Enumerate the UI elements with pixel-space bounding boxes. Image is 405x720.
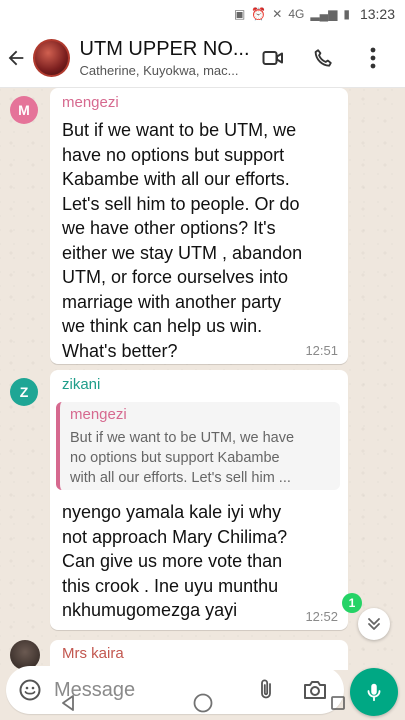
group-title: UTM UPPER NO...	[79, 37, 250, 60]
nav-home-icon[interactable]	[183, 688, 223, 718]
chat-area[interactable]: M mengezi But if we want to be UTM, we h…	[0, 88, 405, 670]
microphone-icon	[367, 683, 381, 702]
quoted-sender: mengezi	[70, 406, 127, 423]
message-sender: mengezi	[62, 94, 119, 111]
clock: 13:23	[359, 6, 395, 22]
phone-icon[interactable]	[303, 38, 343, 78]
group-avatar[interactable]	[32, 38, 70, 77]
unread-count-badge: 1	[342, 593, 362, 613]
message-time: 12:51	[305, 343, 338, 358]
message-text: nyengo yamala kale iyi why not approach …	[62, 502, 288, 620]
quoted-message[interactable]: mengezi But if we want to be UTM, we hav…	[56, 402, 340, 490]
battery-icon: ▮	[343, 7, 350, 21]
alarm-icon: ⏰	[251, 7, 267, 21]
attach-icon[interactable]	[254, 678, 278, 702]
group-members: Catherine, Kuyokwa, mac...	[79, 62, 239, 78]
sender-avatar[interactable]: Z	[10, 378, 38, 406]
message-text: But if we want to be UTM, we have no opt…	[62, 120, 303, 361]
status-bar: ▣ ⏰ ✕ 4G ▂▄▆ ▮ 13:23	[0, 0, 405, 28]
message-time: 12:52	[305, 609, 338, 624]
group-info[interactable]: UTM UPPER NO... Catherine, Kuyokwa, mac.…	[80, 38, 253, 78]
chat-header: UTM UPPER NO... Catherine, Kuyokwa, mac.…	[0, 28, 405, 88]
nav-recents-icon[interactable]	[318, 688, 358, 718]
scroll-down-button[interactable]	[358, 608, 390, 640]
double-chevron-down-icon	[368, 618, 380, 630]
nav-back-icon[interactable]	[48, 688, 88, 718]
message-bubble[interactable]: mengezi But if we want to be UTM, we hav…	[50, 88, 348, 364]
message-bubble[interactable]: zikani mengezi But if we want to be UTM,…	[50, 370, 348, 630]
message-sender: Mrs kaira	[62, 645, 124, 662]
video-call-icon[interactable]	[253, 38, 293, 78]
back-arrow-icon[interactable]	[0, 28, 33, 88]
screenshot-icon: ▣	[234, 7, 246, 21]
message-sender: zikani	[62, 376, 101, 393]
more-vert-icon[interactable]	[353, 38, 393, 78]
emoji-icon[interactable]	[18, 678, 42, 702]
system-navigation-bar	[0, 686, 405, 720]
quoted-text: But if we want to be UTM, we have no opt…	[70, 430, 295, 486]
network-type: 4G	[288, 7, 305, 21]
sender-avatar[interactable]: M	[10, 96, 38, 124]
mute-icon: ✕	[272, 7, 283, 21]
signal-icon: ▂▄▆	[310, 7, 338, 21]
